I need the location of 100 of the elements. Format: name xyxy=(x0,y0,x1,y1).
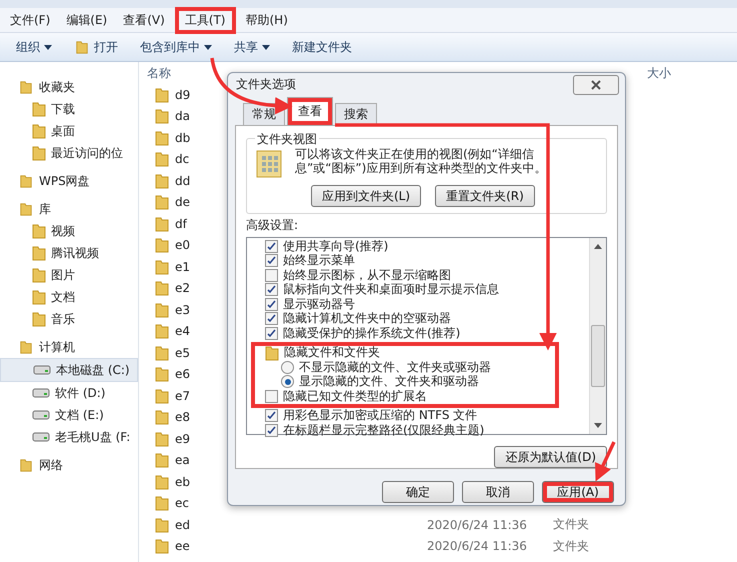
folder-icon xyxy=(32,145,46,161)
checkbox[interactable] xyxy=(265,298,278,311)
dialog-title: 文件夹选项 xyxy=(236,76,296,92)
sidebar-item[interactable]: 音乐 xyxy=(0,308,138,330)
toolbar-button[interactable]: 打开 xyxy=(74,38,118,56)
menu-item[interactable]: 文件(F) xyxy=(4,10,56,30)
scroll-up-icon[interactable] xyxy=(594,244,602,249)
checkbox[interactable] xyxy=(265,268,278,282)
file-name: e6 xyxy=(175,367,190,382)
caret-icon xyxy=(44,44,52,50)
tab[interactable]: 搜索 xyxy=(335,103,377,125)
sidebar-item[interactable]: 老毛桃U盘 (F: xyxy=(0,426,138,448)
folder-icon xyxy=(155,344,169,361)
folder-icon xyxy=(18,80,34,94)
folder-icon xyxy=(155,388,169,404)
drive-icon xyxy=(32,410,50,420)
folder-view-button[interactable]: 重置文件夹(R) xyxy=(435,185,535,207)
setting-label: 不显示隐藏的文件、文件夹或驱动器 xyxy=(299,358,491,375)
folder-icon xyxy=(32,289,46,305)
sidebar-item[interactable]: 文档 xyxy=(0,286,138,308)
radio-button[interactable] xyxy=(281,375,294,388)
file-name: de xyxy=(175,195,190,210)
folder-icon xyxy=(74,40,90,54)
file-name: db xyxy=(175,130,190,145)
file-name: e8 xyxy=(175,410,190,424)
folder-icon xyxy=(155,172,169,189)
setting-label: 始终显示菜单 xyxy=(283,252,355,269)
folder-icon xyxy=(155,130,169,146)
folder-icon xyxy=(32,311,46,327)
drive-icon xyxy=(32,388,50,398)
folder-icon xyxy=(18,458,34,472)
folder-view-button[interactable]: 应用到文件夹(L) xyxy=(311,185,422,207)
file-name: e5 xyxy=(175,346,190,360)
scrollbar[interactable] xyxy=(589,238,606,434)
checkbox[interactable] xyxy=(265,390,278,403)
sidebar-item[interactable]: 最近访问的位 xyxy=(0,142,138,164)
checkbox[interactable] xyxy=(265,424,278,437)
file-name: d9 xyxy=(175,88,190,102)
checkbox[interactable] xyxy=(265,409,278,422)
checkbox[interactable] xyxy=(265,254,278,268)
setting-label: 显示驱动器号 xyxy=(283,296,355,312)
setting-label: 隐藏计算机文件夹中的空驱动器 xyxy=(283,310,451,327)
tab[interactable]: 查看 xyxy=(287,97,333,125)
sidebar-item[interactable]: 下载 xyxy=(0,98,138,120)
dialog-button[interactable]: 取消 xyxy=(462,481,534,503)
annotation-arrow xyxy=(595,441,616,482)
sidebar-item[interactable]: 图片 xyxy=(0,264,138,286)
file-name: e2 xyxy=(175,281,190,296)
column-header[interactable]: 大小 xyxy=(647,64,671,82)
folder-icon xyxy=(155,538,169,554)
toolbar-button[interactable]: 包含到库中 xyxy=(140,38,212,56)
restore-defaults-button[interactable]: 还原为默认值(D) xyxy=(494,446,607,468)
sidebar-item[interactable]: 桌面 xyxy=(0,120,138,142)
folder-icon xyxy=(155,495,169,512)
caret-icon xyxy=(262,44,270,50)
folder-icon xyxy=(155,323,169,340)
toolbar-button[interactable]: 新建文件夹 xyxy=(292,38,352,56)
file-name: ea xyxy=(175,453,190,468)
radio-button[interactable] xyxy=(281,360,294,374)
folder-icon xyxy=(155,430,169,447)
sidebar-item[interactable]: 文档 (E:) xyxy=(0,404,138,426)
close-button[interactable] xyxy=(573,75,619,95)
sidebar-item[interactable]: 库 xyxy=(0,198,138,220)
sidebar-item[interactable]: 腾讯视频 xyxy=(0,242,138,264)
toolbar-button[interactable]: 组织 xyxy=(16,38,52,56)
file-name: e3 xyxy=(175,302,190,317)
checkbox[interactable] xyxy=(265,240,278,253)
column-header[interactable]: 名称 xyxy=(147,66,171,80)
sidebar-item[interactable]: 收藏夹 xyxy=(0,76,138,98)
checkbox[interactable] xyxy=(265,326,278,340)
menu-item[interactable]: 编辑(E) xyxy=(60,10,114,30)
setting-label: 使用共享向导(推荐) xyxy=(283,238,388,254)
folder-icon xyxy=(155,108,169,124)
file-name: e4 xyxy=(175,324,190,338)
file-name: e9 xyxy=(175,432,190,446)
folder-icon xyxy=(32,223,46,239)
menu-item[interactable]: 帮助(H) xyxy=(240,10,294,30)
toolbar-button[interactable]: 共享 xyxy=(234,38,270,56)
menu-item[interactable]: 工具(T) xyxy=(174,6,236,34)
checkbox[interactable] xyxy=(265,312,278,326)
date-cell-text: 2020/6/24 11:36 xyxy=(427,518,528,532)
scroll-down-icon[interactable] xyxy=(594,423,602,428)
folder-icon xyxy=(155,452,169,468)
dialog-button[interactable]: 确定 xyxy=(382,481,454,503)
sidebar-item[interactable]: 本地磁盘 (C:) xyxy=(0,358,138,382)
folder-icon xyxy=(155,280,169,296)
sidebar-item[interactable]: 视频 xyxy=(0,220,138,242)
sidebar-item[interactable]: 网络 xyxy=(0,454,138,476)
dialog-button[interactable]: 应用(A) xyxy=(542,481,614,503)
checkbox[interactable] xyxy=(265,283,278,296)
sidebar-item[interactable]: 计算机 xyxy=(0,336,138,358)
file-name: dd xyxy=(175,174,190,188)
file-name: e0 xyxy=(175,238,190,252)
sidebar-item[interactable]: 软件 (D:) xyxy=(0,382,138,404)
file-name: ed xyxy=(175,518,190,532)
close-icon xyxy=(590,80,602,90)
sidebar-item[interactable]: WPS网盘 xyxy=(0,170,138,192)
menu-item[interactable]: 查看(V) xyxy=(117,10,171,30)
file-name: e7 xyxy=(175,388,190,403)
folder-icon xyxy=(155,516,169,533)
